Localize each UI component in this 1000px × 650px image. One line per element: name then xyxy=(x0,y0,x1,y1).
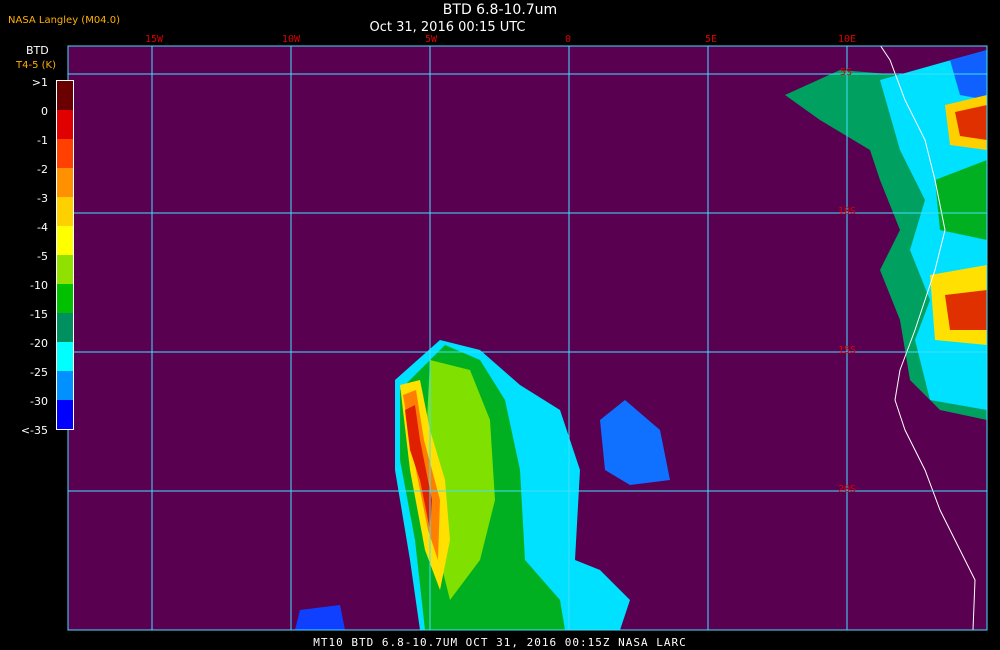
cloud-imagery xyxy=(295,46,987,630)
legend-title: BTD xyxy=(26,44,49,57)
legend-label: -5 xyxy=(37,250,48,263)
lon-label-5w: 5W xyxy=(425,34,438,45)
legend-swatch xyxy=(57,81,73,110)
footer-caption: MT10 BTD 6.8-10.7UM OCT 31, 2016 00:15Z … xyxy=(313,636,687,649)
lat-label-20s: 20S xyxy=(838,484,857,495)
east-cloud-red-2 xyxy=(945,290,987,330)
legend-swatch xyxy=(57,371,73,400)
lat-label-10s: 10S xyxy=(838,206,857,217)
legend-label: -4 xyxy=(37,221,48,234)
legend-label: -10 xyxy=(30,279,48,292)
legend-label: 0 xyxy=(41,105,48,118)
lon-label-10e: 10E xyxy=(838,34,857,45)
producer-label: NASA Langley (M04.0) xyxy=(8,15,120,26)
lon-label-10w: 10W xyxy=(282,34,301,45)
legend-unit: T4-5 (K) xyxy=(16,60,56,71)
legend-label: >1 xyxy=(31,76,48,89)
legend-swatch xyxy=(57,400,73,429)
cloud-blue-region xyxy=(600,400,670,485)
legend-swatch xyxy=(57,284,73,313)
legend-label: -25 xyxy=(30,366,48,379)
lat-label-15s: 15S xyxy=(838,345,857,356)
legend-swatch xyxy=(57,255,73,284)
legend-swatch xyxy=(57,168,73,197)
legend-swatch xyxy=(57,197,73,226)
legend-label: <-35 xyxy=(20,424,48,437)
legend-swatch xyxy=(57,110,73,139)
cloud-blue-specks xyxy=(295,605,345,630)
legend-swatch xyxy=(57,139,73,168)
legend-label: -1 xyxy=(37,134,48,147)
legend-swatch xyxy=(57,342,73,371)
legend-label: -3 xyxy=(37,192,48,205)
lon-label-15w: 15W xyxy=(145,34,164,45)
legend-swatch xyxy=(57,313,73,342)
legend-swatch xyxy=(57,226,73,255)
lat-label-5s: 5S xyxy=(840,67,853,78)
product-title: BTD 6.8-10.7um xyxy=(442,2,558,18)
map-overlay xyxy=(67,45,988,631)
legend-label: -20 xyxy=(30,337,48,350)
image-datetime: Oct 31, 2016 00:15 UTC xyxy=(369,20,526,35)
legend-label: -30 xyxy=(30,395,48,408)
color-scale-bar xyxy=(56,80,74,430)
legend-label: -2 xyxy=(37,163,48,176)
lon-label-5e: 5E xyxy=(705,34,718,45)
legend-label: -15 xyxy=(30,308,48,321)
lon-label-0: 0 xyxy=(565,34,572,45)
